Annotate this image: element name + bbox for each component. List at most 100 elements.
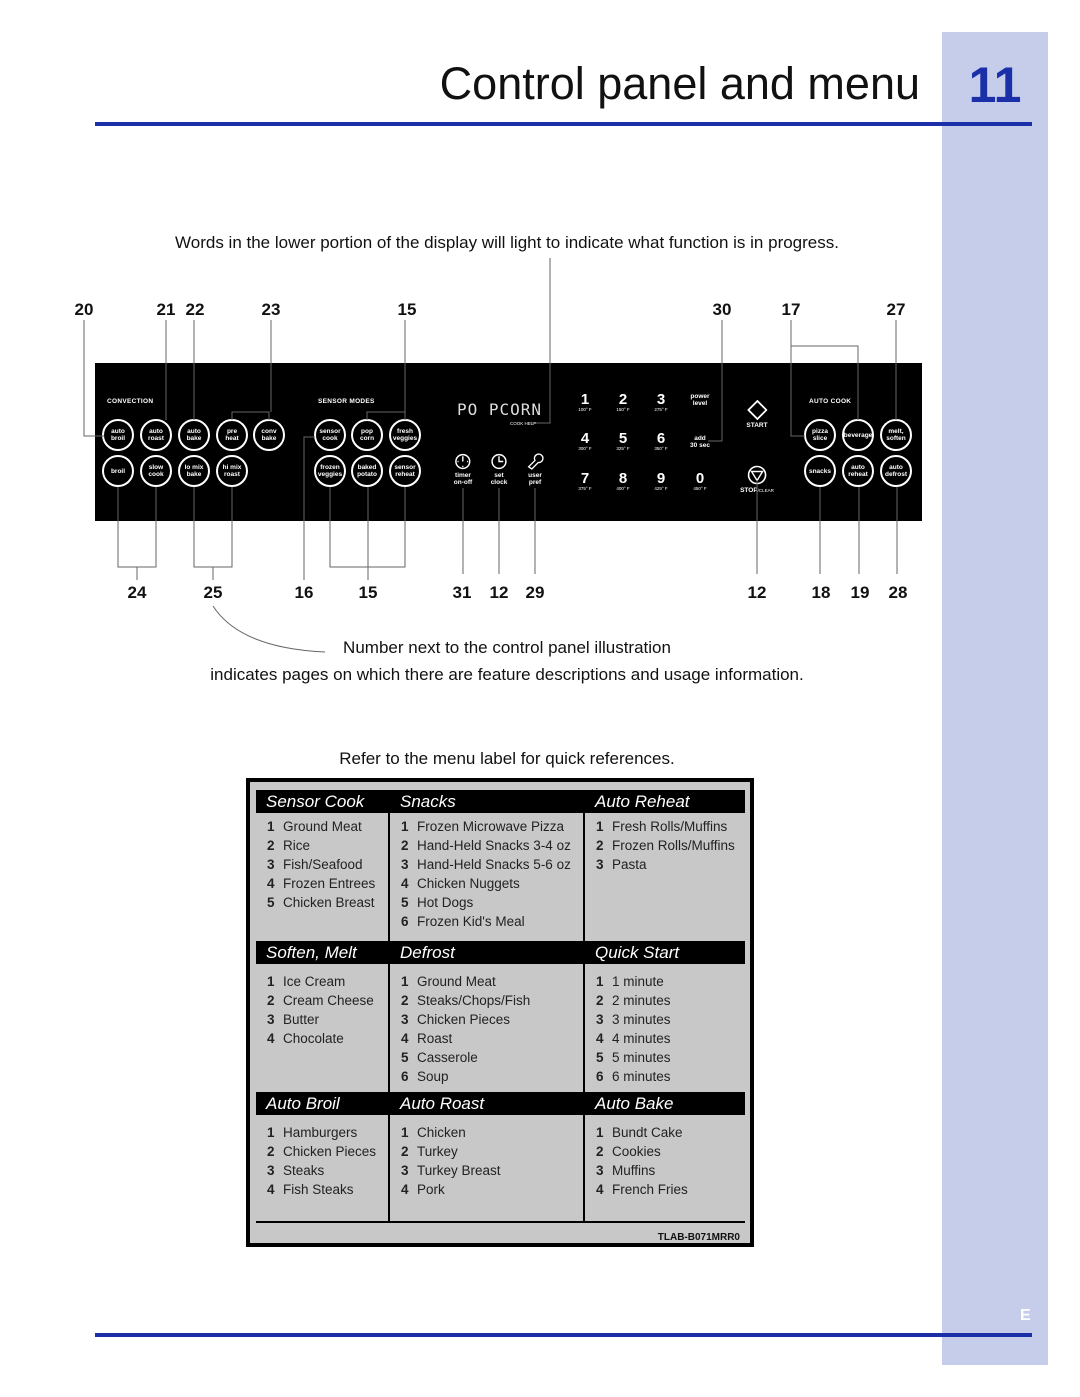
menu-item-number: 2 xyxy=(401,1144,409,1159)
menu-item-number: 5 xyxy=(596,1050,604,1065)
menu-item: 3 Butter xyxy=(267,1010,319,1029)
menu-item-number: 1 xyxy=(401,819,409,834)
menu-item-number: 2 xyxy=(401,838,409,853)
menu-item-label: Casserole xyxy=(417,1050,478,1065)
menu-item-number: 2 xyxy=(596,838,604,853)
menu-item-number: 2 xyxy=(401,993,409,1008)
menu-item: 2 Hand-Held Snacks 3-4 oz xyxy=(401,836,571,855)
menu-item-number: 1 xyxy=(401,1125,409,1140)
menu-item: 5 Casserole xyxy=(401,1048,478,1067)
menu-item-number: 1 xyxy=(596,974,604,989)
menu-item-label: French Fries xyxy=(612,1182,688,1197)
menu-item-label: Cream Cheese xyxy=(283,993,374,1008)
menu-item: 4 Frozen Entrees xyxy=(267,874,375,893)
menu-item-label: Hand-Held Snacks 3-4 oz xyxy=(417,838,571,853)
menu-item-label: Rice xyxy=(283,838,311,853)
menu-item-label: Steaks/Chops/Fish xyxy=(417,993,531,1008)
menu-item-label: Hot Dogs xyxy=(417,895,474,910)
menu-item-number: 2 xyxy=(267,993,275,1008)
menu-item: 2 Rice xyxy=(267,836,310,855)
menu-item-number: 1 xyxy=(596,1125,604,1140)
menu-item-label: Turkey Breast xyxy=(417,1163,501,1178)
menu-item: 3 Turkey Breast xyxy=(401,1161,501,1180)
menu-item: 1 Hamburgers xyxy=(267,1123,357,1142)
menu-section-title: Sensor Cook xyxy=(256,790,388,813)
menu-item-label: Hand-Held Snacks 5-6 oz xyxy=(417,857,571,872)
menu-item: 4 Chocolate xyxy=(267,1029,344,1048)
menu-item-number: 4 xyxy=(596,1182,604,1197)
menu-item-label: 6 minutes xyxy=(612,1069,671,1084)
menu-section-title: Auto Bake xyxy=(585,1092,745,1115)
menu-section-title: Defrost xyxy=(390,941,583,964)
menu-item-label: 2 minutes xyxy=(612,993,671,1008)
label-code: TLAB-B071MRR0 xyxy=(657,1232,740,1243)
menu-item: 4 Chicken Nuggets xyxy=(401,874,520,893)
menu-item-label: Ice Cream xyxy=(283,974,346,989)
menu-item-number: 5 xyxy=(267,895,275,910)
menu-item-number: 3 xyxy=(401,857,409,872)
menu-item: 6 6 minutes xyxy=(596,1067,671,1086)
menu-item-label: Hamburgers xyxy=(283,1125,358,1140)
menu-item-number: 5 xyxy=(401,1050,409,1065)
menu-section-title: Auto Reheat xyxy=(585,790,745,813)
menu-item: 2 Frozen Rolls/Muffins xyxy=(596,836,735,855)
menu-item: 1 Fresh Rolls/Muffins xyxy=(596,817,727,836)
menu-item: 2 Cookies xyxy=(596,1142,661,1161)
menu-item: 3 3 minutes xyxy=(596,1010,671,1029)
menu-item-label: 5 minutes xyxy=(612,1050,671,1065)
menu-item-number: 1 xyxy=(267,819,275,834)
menu-item-number: 1 xyxy=(267,1125,275,1140)
menu-column-divider xyxy=(388,790,390,1223)
menu-item: 4 Roast xyxy=(401,1029,452,1048)
menu-item-number: 1 xyxy=(267,974,275,989)
menu-label: Sensor Cook 1 Ground Meat 2 Rice 3 Fish/Seafoo… xyxy=(246,778,754,1247)
menu-item: 6 Frozen Kid's Meal xyxy=(401,912,525,931)
menu-item-label: Ground Meat xyxy=(283,819,362,834)
menu-item: 4 Pork xyxy=(401,1180,445,1199)
menu-item: 3 Fish/Seafood xyxy=(267,855,363,874)
menu-item-number: 2 xyxy=(596,993,604,1008)
menu-item-number: 4 xyxy=(267,1031,275,1046)
menu-item-label: Fish Steaks xyxy=(283,1182,354,1197)
menu-item-label: Soup xyxy=(417,1069,449,1084)
menu-item: 6 Soup xyxy=(401,1067,449,1086)
menu-bottom-line xyxy=(256,1221,745,1223)
menu-item: 1 Bundt Cake xyxy=(596,1123,683,1142)
menu-item: 5 Chicken Breast xyxy=(267,893,375,912)
menu-item-number: 3 xyxy=(596,1163,604,1178)
menu-item-number: 1 xyxy=(401,974,409,989)
menu-item-number: 2 xyxy=(267,1144,275,1159)
menu-item-label: Chicken xyxy=(417,1125,466,1140)
menu-item-label: Chicken Breast xyxy=(283,895,375,910)
menu-item-label: Fish/Seafood xyxy=(283,857,363,872)
menu-item-number: 6 xyxy=(401,1069,409,1084)
menu-item-label: Bundt Cake xyxy=(612,1125,683,1140)
menu-item-label: Pasta xyxy=(612,857,647,872)
menu-item: 2 Cream Cheese xyxy=(267,991,374,1010)
menu-item: 2 2 minutes xyxy=(596,991,671,1010)
menu-item-label: Chocolate xyxy=(283,1031,344,1046)
menu-item: 2 Chicken Pieces xyxy=(267,1142,376,1161)
menu-item-number: 1 xyxy=(596,819,604,834)
menu-item: 1 1 minute xyxy=(596,972,664,991)
menu-item-number: 4 xyxy=(267,1182,275,1197)
menu-item-number: 5 xyxy=(401,895,409,910)
menu-item-number: 6 xyxy=(596,1069,604,1084)
menu-item-label: Fresh Rolls/Muffins xyxy=(612,819,728,834)
menu-item-label: Muffins xyxy=(612,1163,656,1178)
menu-item-label: Steaks xyxy=(283,1163,325,1178)
manual-page: 11 Control panel and menu E Words in the… xyxy=(0,0,1080,1397)
menu-item: 3 Muffins xyxy=(596,1161,655,1180)
menu-item: 3 Hand-Held Snacks 5-6 oz xyxy=(401,855,571,874)
menu-item-label: Frozen Entrees xyxy=(283,876,376,891)
menu-item: 5 Hot Dogs xyxy=(401,893,473,912)
menu-column-divider xyxy=(583,790,585,1223)
menu-item: 5 5 minutes xyxy=(596,1048,671,1067)
menu-item-label: Turkey xyxy=(417,1144,458,1159)
menu-item-number: 3 xyxy=(267,1163,275,1178)
menu-item-number: 2 xyxy=(596,1144,604,1159)
menu-item: 3 Chicken Pieces xyxy=(401,1010,510,1029)
menu-item-number: 2 xyxy=(267,838,275,853)
menu-item-label: Chicken Nuggets xyxy=(417,876,520,891)
menu-item-label: 1 minute xyxy=(612,974,664,989)
